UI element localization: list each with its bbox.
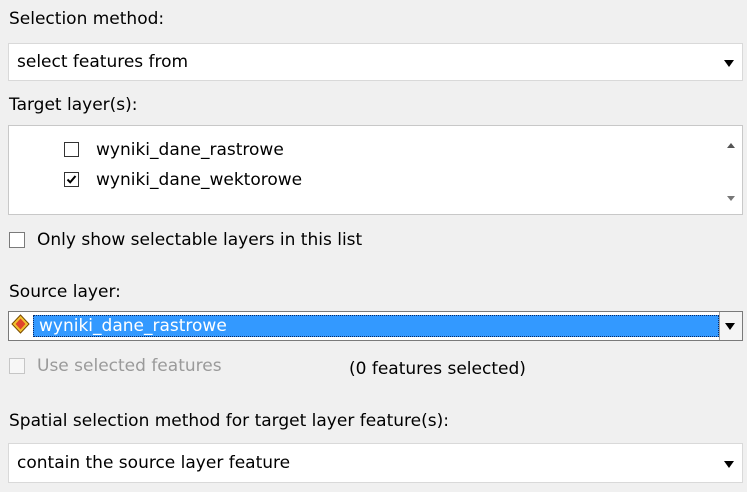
source-layer-dropdown[interactable]: wyniki_dane_rastrowe [8, 311, 743, 341]
scroll-down-icon[interactable] [727, 196, 735, 201]
use-selected-checkbox[interactable] [9, 358, 25, 374]
target-layer-label: wyniki_dane_rastrowe [96, 140, 284, 160]
target-layers-label: Target layer(s): [9, 95, 138, 115]
dropdown-arrow-icon[interactable] [724, 461, 734, 468]
source-layer-dropdown-button[interactable] [719, 312, 742, 340]
selection-method-label: Selection method: [9, 9, 165, 29]
target-layer-checkbox-wektorowe[interactable] [64, 172, 79, 187]
source-layer-value: wyniki_dane_rastrowe [39, 316, 227, 336]
selection-method-dropdown[interactable]: select features from [8, 43, 743, 81]
selected-count-text: (0 features selected) [349, 359, 526, 379]
target-layer-item-rastrowe[interactable]: wyniki_dane_rastrowe [64, 140, 564, 160]
target-layer-checkbox-rastrowe[interactable] [64, 142, 79, 157]
source-layer-label: Source layer: [9, 282, 121, 302]
scroll-up-icon[interactable] [727, 143, 735, 148]
target-layer-label: wyniki_dane_wektorowe [96, 170, 303, 190]
only-selectable-checkbox[interactable] [9, 232, 25, 248]
use-selected-option[interactable]: Use selected features [9, 356, 309, 378]
target-layer-item-wektorowe[interactable]: wyniki_dane_wektorowe [64, 170, 564, 190]
use-selected-label: Use selected features [37, 356, 222, 376]
target-layers-list[interactable]: wyniki_dane_rastrowe wyniki_dane_wektoro… [8, 125, 743, 215]
spatial-method-value: contain the source layer feature [17, 453, 291, 473]
selection-method-value: select features from [17, 52, 189, 72]
spatial-method-dropdown[interactable]: contain the source layer feature [8, 443, 743, 483]
layer-diamond-icon [11, 314, 30, 334]
source-layer-selected-value[interactable]: wyniki_dane_rastrowe [33, 315, 719, 337]
dropdown-arrow-icon[interactable] [724, 60, 734, 67]
checkmark-icon [66, 175, 77, 184]
only-selectable-label: Only show selectable layers in this list [37, 230, 363, 250]
only-selectable-option[interactable]: Only show selectable layers in this list [9, 230, 509, 252]
dropdown-arrow-icon[interactable] [725, 323, 735, 330]
spatial-method-label: Spatial selection method for target laye… [9, 411, 449, 431]
